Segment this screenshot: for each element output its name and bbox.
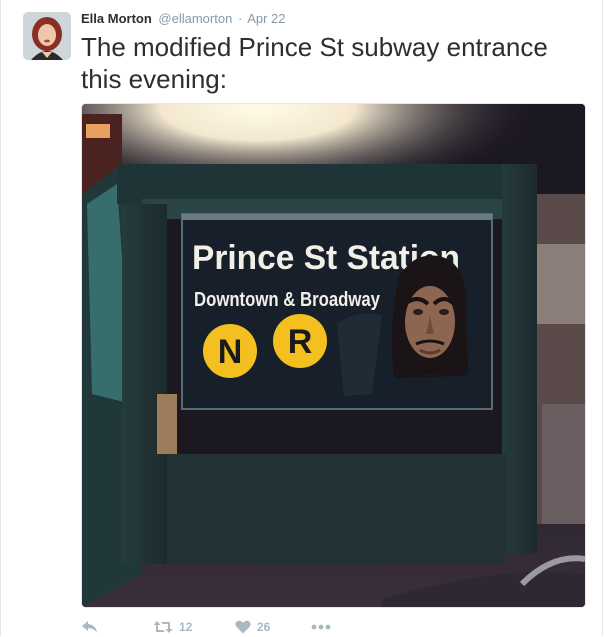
tweet-header: Ella Morton @ellamorton · Apr 22 [81, 11, 286, 27]
reply-icon [82, 621, 97, 633]
tweet-text: The modified Prince St subway entrance t… [81, 32, 548, 94]
like-button[interactable]: 26 [235, 620, 311, 634]
author-fullname[interactable]: Ella Morton [81, 11, 152, 26]
more-button[interactable] [311, 624, 331, 630]
prince-portrait [391, 255, 468, 378]
retweet-count: 12 [179, 620, 193, 634]
heart-icon [235, 620, 251, 634]
avatar[interactable] [23, 12, 71, 60]
more-icon [311, 624, 331, 630]
retweet-button[interactable]: 12 [153, 620, 235, 634]
n-line-letter: N [218, 333, 243, 371]
tweet-photo[interactable]: Prince St Station Downtown & Broadway N … [81, 103, 586, 608]
avatar-image [23, 12, 71, 60]
like-count: 26 [257, 620, 271, 634]
tweet-timestamp[interactable]: Apr 22 [247, 11, 285, 26]
r-line-letter: R [288, 323, 313, 361]
tweet-actions: 12 26 [81, 617, 331, 637]
reply-button[interactable] [81, 620, 153, 634]
author-username[interactable]: @ellamorton [158, 11, 232, 26]
sign-direction: Downtown & Broadway [194, 289, 381, 311]
tweet: Ella Morton @ellamorton · Apr 22 The mod… [0, 0, 603, 636]
header-separator: · [237, 11, 243, 26]
subway-entrance-photo: Prince St Station Downtown & Broadway N … [82, 104, 585, 607]
retweet-icon [153, 621, 173, 633]
